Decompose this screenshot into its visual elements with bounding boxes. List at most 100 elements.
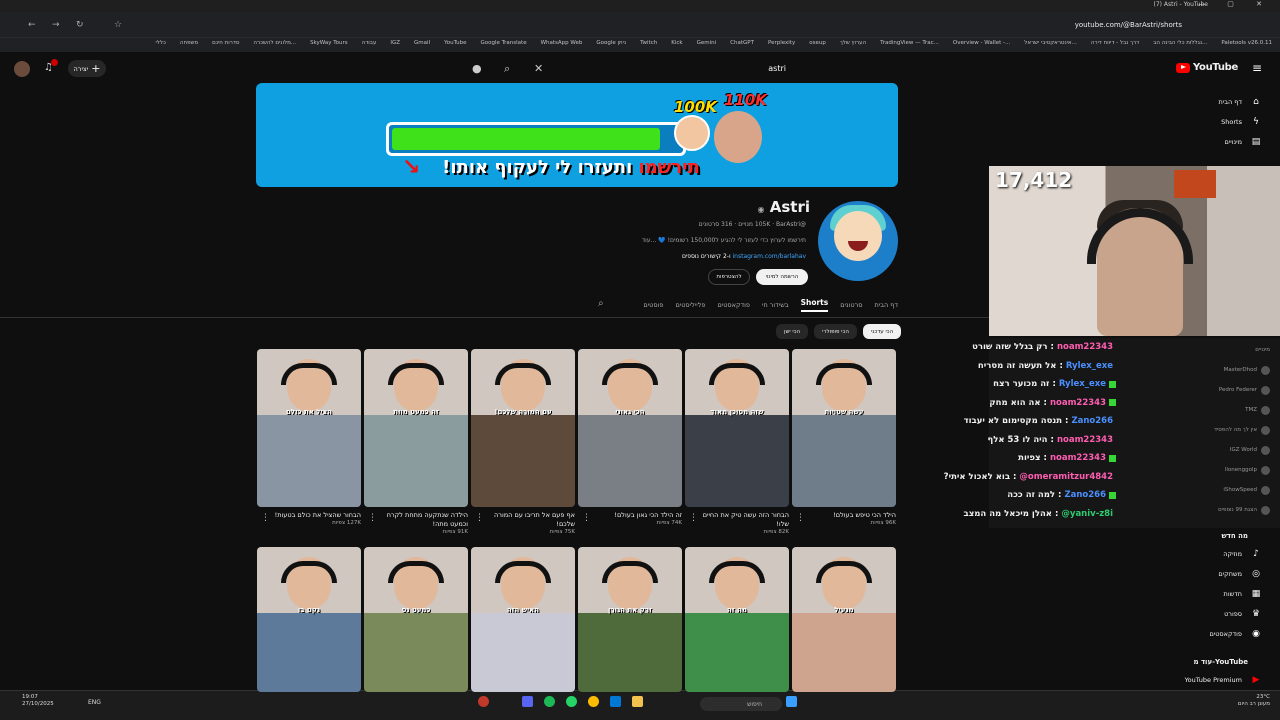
subscription-item[interactable]: llonenggolp [1190,460,1270,480]
create-button[interactable]: יצירה + [68,60,106,77]
short-title[interactable]: הילדה שנתקעה מתחת לקרח וכמעט מתה! [364,511,468,529]
short-card[interactable]: כמעט נס [364,547,468,692]
sort-chip[interactable]: הכי פופולרי [814,324,857,339]
more-options-icon[interactable]: ⋮ [261,513,270,523]
short-thumbnail[interactable]: שזה מסוכן מאוד [685,349,789,507]
bookmark-item[interactable]: מלונים להשכרה... [253,40,296,50]
search-input[interactable]: astri ✕ [534,60,840,78]
bookmark-item[interactable]: Google ניתן [596,40,626,50]
more-options-icon[interactable]: ⋮ [582,513,591,523]
short-title[interactable]: הבחור שהציל את כולם בטעות! [257,511,361,520]
sort-chip[interactable]: הכי עדכני [862,324,902,339]
bookmark-item[interactable]: דרך נבל - דיווח דירה [1091,40,1139,50]
window-controls[interactable]: — ▢ ✕ [1198,0,1272,8]
bookmark-item[interactable]: Gmail [414,40,430,50]
short-card[interactable]: עם המורה שלכם! אף פעם אל תריבו עם המורה ש… [471,349,575,535]
star-icon[interactable]: ☆ [114,20,122,30]
bookmark-item[interactable]: עבודה [362,40,377,50]
bookmark-item[interactable]: YouTube [444,40,466,50]
bookmark-item[interactable]: Google Translate [480,40,526,50]
channel-links[interactable]: instagram.com/barlahav ו-2 קישורים נוספי… [682,253,806,260]
taskbar-clock[interactable]: 19:07 27/10/2025 [22,694,54,708]
search-icon[interactable]: ⌕ [504,62,510,76]
spotify-icon[interactable] [544,696,555,707]
account-avatar[interactable] [14,61,30,77]
bookmark-item[interactable]: oseup [809,40,826,50]
short-thumbnail[interactable]: הכי גאוני [578,349,682,507]
tab-0[interactable]: דף הבית [874,301,898,309]
short-thumbnail[interactable]: זה כמעט מוות [364,349,468,507]
reload-icon[interactable]: ↻ [76,20,84,30]
more-options-icon[interactable]: ⋮ [689,513,698,523]
bookmark-item[interactable]: Overview - Wallet -... [953,40,1010,50]
chat-username[interactable]: noam22343 [1057,342,1113,352]
store-icon[interactable] [610,696,621,707]
tab-4[interactable]: פודקאסטים [717,301,750,309]
short-card[interactable]: מגעיל [792,547,896,692]
short-card[interactable]: זרק את הגורן [578,547,682,692]
clear-search-icon[interactable]: ✕ [534,62,543,75]
subscription-item[interactable]: iShowSpeed [1190,480,1270,500]
tab-1[interactable]: סרטונים [840,301,862,309]
sidebar-item-podcast[interactable]: פודקאסטים ◉ [1162,624,1262,644]
chat-username[interactable]: Rylex_exe [1066,361,1113,371]
subscription-item[interactable]: TMZ [1190,400,1270,420]
forward-icon[interactable]: → [52,20,60,30]
hamburger-menu-icon[interactable]: ≡ [1252,61,1262,75]
short-card[interactable]: מה זה [685,547,789,692]
sidebar-item-news[interactable]: חדשות ▦ [1162,584,1262,604]
bookmark-item[interactable]: Twitch [640,40,657,50]
short-title[interactable]: הילד הכי טיפש בעולם! [792,511,896,520]
chat-username[interactable]: @yaniv-z8i [1061,509,1113,519]
sort-chip[interactable]: הכי ישן [776,324,809,339]
bookmark-item[interactable]: אינטראקטיבי ישראל... [1024,40,1077,50]
subscribe-button[interactable]: הרשמה למינוי [756,269,808,285]
short-thumbnail[interactable]: עם המורה שלכם! [471,349,575,507]
short-thumbnail[interactable]: זרק את הגורן [578,547,682,692]
short-card[interactable]: הכי גאוני זה הילד הכי גאון בעולם! 74K צפיו… [578,349,682,526]
chat-username[interactable]: Zano266 [1064,490,1106,500]
tab-2[interactable]: Shorts [800,298,829,312]
bookmark-item[interactable]: הערוץ שלך [840,40,866,50]
join-button[interactable]: להצטרפות [708,269,750,285]
short-title[interactable]: זה הילד הכי גאון בעולם! [578,511,682,520]
chat-username[interactable]: noam22343 [1057,435,1113,445]
sidebar-item-trophy[interactable]: ספורט ♛ [1162,604,1262,624]
subscription-item[interactable]: Pedro Federer [1190,380,1270,400]
short-card[interactable]: עשה שטויות הילד הכי טיפש בעולם! 96K צפיות ⋮ [792,349,896,526]
more-options-icon[interactable]: ⋮ [475,513,484,523]
sidebar-item-gaming[interactable]: משחקים ◎ [1162,564,1262,584]
short-thumbnail[interactable]: הציל את כולם [257,349,361,507]
more-options-icon[interactable]: ⋮ [796,513,805,523]
bookmark-item[interactable]: Kick [671,40,682,50]
bookmark-item[interactable]: SkyWay Tours [310,40,348,50]
bookmark-item[interactable]: Perplexity [768,40,795,50]
bookmark-item[interactable]: IGZ [390,40,400,50]
tab-5[interactable]: פלייליסטים [675,301,705,309]
subscription-item[interactable]: MasterDhod [1190,360,1270,380]
sidebar-item-shorts[interactable]: Shorts ϟ [1162,112,1262,132]
short-thumbnail[interactable]: נקם בו [257,547,361,692]
subscription-item[interactable]: הצגת 99 נוספים [1190,500,1270,520]
bookmark-item[interactable]: כללי [156,40,166,50]
chat-username[interactable]: Rylex_exe [1059,379,1106,389]
bookmark-item[interactable]: סדרות חינם [212,40,239,50]
short-thumbnail[interactable]: מגעיל [792,547,896,692]
chat-username[interactable]: Zano266 [1071,416,1113,426]
bookmark-item[interactable]: Gemini [697,40,717,50]
more-options-icon[interactable]: ⋮ [368,513,377,523]
channel-avatar[interactable] [818,201,898,281]
subscription-item[interactable]: IGZ World [1190,440,1270,460]
language-indicator[interactable]: ENG [88,699,101,706]
chrome-icon[interactable] [588,696,599,707]
obs-icon[interactable] [478,696,489,707]
bookmark-item[interactable]: Paletools v26.0.11 [1221,40,1272,50]
chat-username[interactable]: noam22343 [1050,398,1106,408]
bookmark-item[interactable]: TradingView — Trac... [880,40,939,50]
chat-username[interactable]: noam22343 [1050,453,1106,463]
sidebar-item-music[interactable]: מוזיקה ♪ [1162,544,1262,564]
bookmark-item[interactable]: משפחה [180,40,198,50]
short-card[interactable]: נקם בו [257,547,361,692]
short-card[interactable]: הציל את כולם הבחור שהציל את כולם בטעות! 12… [257,349,361,526]
channel-search-icon[interactable]: ⌕ [598,298,604,309]
